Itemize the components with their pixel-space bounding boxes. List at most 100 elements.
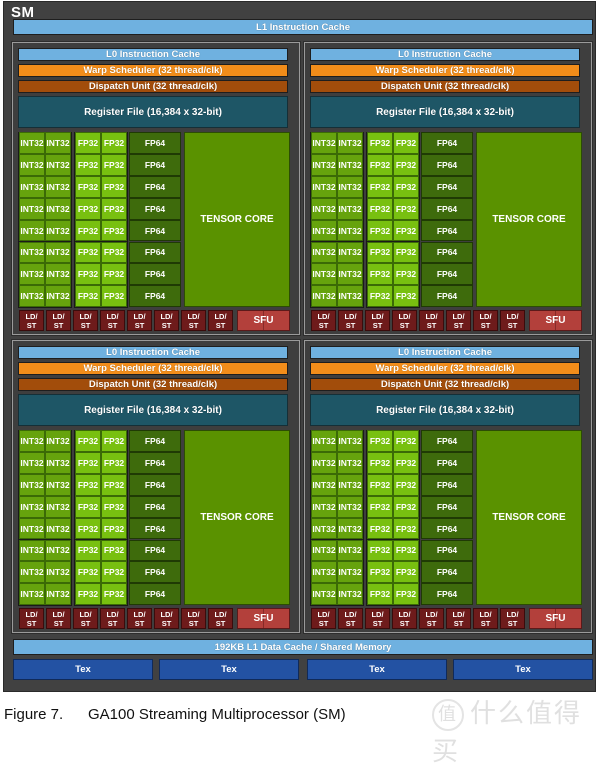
ld-st-label-bottom: ST bbox=[80, 618, 91, 628]
fp32-unit: FP32 bbox=[367, 495, 393, 518]
ld-st-label-bottom: ST bbox=[345, 320, 356, 330]
int32-unit: INT32 bbox=[311, 517, 337, 540]
fp64-unit: FP64 bbox=[421, 219, 473, 242]
ld-st-label-bottom: ST bbox=[215, 618, 226, 628]
fp32-unit: FP32 bbox=[101, 583, 127, 606]
int32-unit: INT32 bbox=[45, 517, 71, 540]
int32-unit: INT32 bbox=[311, 495, 337, 518]
ld-st-label-bottom: ST bbox=[453, 320, 464, 330]
l0-instruction-cache: L0 Instruction Cache bbox=[18, 346, 288, 359]
warp-scheduler: Warp Scheduler (32 thread/clk) bbox=[18, 64, 288, 77]
tensor-core: TENSOR CORE bbox=[184, 132, 290, 308]
int32-unit: INT32 bbox=[19, 473, 45, 496]
fp32-unit: FP32 bbox=[75, 219, 101, 242]
int32-unit: INT32 bbox=[19, 430, 45, 452]
fp64-unit: FP64 bbox=[421, 517, 473, 540]
figure-number: Figure 7. bbox=[4, 706, 64, 723]
int32-unit: INT32 bbox=[311, 241, 337, 264]
fp32-unit: FP32 bbox=[393, 263, 419, 286]
int32-unit: INT32 bbox=[337, 241, 363, 264]
int32-unit: INT32 bbox=[45, 561, 71, 584]
fp32-unit: FP32 bbox=[75, 153, 101, 176]
ld-st-unit: LD/ST bbox=[19, 310, 44, 332]
register-file: Register File (16,384 x 32-bit) bbox=[310, 96, 580, 128]
sfu-unit: SFU bbox=[529, 608, 582, 630]
fp32-unit: FP32 bbox=[101, 561, 127, 584]
ld-st-label-top: LD/ bbox=[106, 311, 119, 321]
processing-block: L0 Instruction Cache Warp Scheduler (32 t… bbox=[11, 339, 301, 634]
ld-st-unit: LD/ST bbox=[181, 608, 206, 630]
int32-unit: INT32 bbox=[311, 285, 337, 308]
fp32-unit: FP32 bbox=[75, 285, 101, 308]
int32-unit: INT32 bbox=[19, 285, 45, 308]
ld-st-label-bottom: ST bbox=[215, 320, 226, 330]
int32-unit: INT32 bbox=[337, 451, 363, 474]
ld-st-unit: LD/ST bbox=[208, 310, 233, 332]
processing-block: L0 Instruction Cache Warp Scheduler (32 t… bbox=[11, 41, 301, 336]
tex-unit: Tex bbox=[453, 659, 593, 680]
fp64-unit: FP64 bbox=[421, 241, 473, 264]
ld-st-label-top: LD/ bbox=[160, 609, 173, 619]
ld-st-label-top: LD/ bbox=[214, 311, 227, 321]
register-file: Register File (16,384 x 32-bit) bbox=[18, 394, 288, 426]
ld-st-label-bottom: ST bbox=[26, 320, 37, 330]
ld-st-label-bottom: ST bbox=[53, 320, 64, 330]
fp32-unit: FP32 bbox=[75, 430, 101, 452]
ld-st-unit: LD/ST bbox=[311, 608, 336, 630]
fp32-unit: FP32 bbox=[75, 132, 101, 154]
ld-st-label-bottom: ST bbox=[188, 618, 199, 628]
fp32-unit: FP32 bbox=[101, 153, 127, 176]
processing-block: L0 Instruction Cache Warp Scheduler (32 t… bbox=[303, 339, 593, 634]
fp32-unit: FP32 bbox=[393, 197, 419, 220]
fp32-unit: FP32 bbox=[393, 517, 419, 540]
dispatch-unit: Dispatch Unit (32 thread/clk) bbox=[18, 80, 288, 93]
int32-unit: INT32 bbox=[45, 285, 71, 308]
int32-unit: INT32 bbox=[337, 561, 363, 584]
int32-unit: INT32 bbox=[19, 153, 45, 176]
int32-unit: INT32 bbox=[45, 197, 71, 220]
fp64-unit: FP64 bbox=[129, 430, 181, 452]
ld-st-label-bottom: ST bbox=[318, 618, 329, 628]
ld-st-label-bottom: ST bbox=[480, 618, 491, 628]
ld-st-label-bottom: ST bbox=[372, 618, 383, 628]
ld-st-unit: LD/ST bbox=[419, 310, 444, 332]
fp32-unit: FP32 bbox=[367, 473, 393, 496]
int32-unit: INT32 bbox=[19, 197, 45, 220]
ld-st-unit: LD/ST bbox=[311, 310, 336, 332]
fp32-unit: FP32 bbox=[393, 539, 419, 562]
register-file: Register File (16,384 x 32-bit) bbox=[310, 394, 580, 426]
ld-st-label-top: LD/ bbox=[160, 311, 173, 321]
ld-st-label-bottom: ST bbox=[134, 320, 145, 330]
int32-unit: INT32 bbox=[311, 197, 337, 220]
warp-scheduler: Warp Scheduler (32 thread/clk) bbox=[310, 362, 580, 375]
ld-st-label-bottom: ST bbox=[107, 618, 118, 628]
ld-st-label-top: LD/ bbox=[344, 609, 357, 619]
fp64-unit: FP64 bbox=[129, 132, 181, 154]
fp32-unit: FP32 bbox=[101, 241, 127, 264]
fp32-unit: FP32 bbox=[393, 219, 419, 242]
fp32-unit: FP32 bbox=[75, 517, 101, 540]
int32-unit: INT32 bbox=[311, 583, 337, 606]
fp32-unit: FP32 bbox=[101, 132, 127, 154]
ld-st-label-bottom: ST bbox=[399, 618, 410, 628]
int32-unit: INT32 bbox=[311, 263, 337, 286]
fp32-unit: FP32 bbox=[101, 451, 127, 474]
fp64-unit: FP64 bbox=[421, 197, 473, 220]
fp32-unit: FP32 bbox=[367, 430, 393, 452]
ld-st-label-bottom: ST bbox=[318, 320, 329, 330]
ld-st-unit: LD/ST bbox=[100, 608, 125, 630]
watermark-badge-icon: 值 bbox=[432, 698, 464, 731]
int32-unit: INT32 bbox=[337, 583, 363, 606]
fp32-unit: FP32 bbox=[101, 285, 127, 308]
ld-st-unit: LD/ST bbox=[127, 310, 152, 332]
int32-unit: INT32 bbox=[311, 219, 337, 242]
fp32-unit: FP32 bbox=[367, 583, 393, 606]
int32-unit: INT32 bbox=[337, 219, 363, 242]
fp64-unit: FP64 bbox=[421, 561, 473, 584]
fp64-unit: FP64 bbox=[421, 175, 473, 198]
ld-st-label-top: LD/ bbox=[398, 311, 411, 321]
fp32-unit: FP32 bbox=[367, 517, 393, 540]
sm-frame: SM L1 Instruction Cache L0 Instruction C… bbox=[3, 1, 596, 692]
dispatch-unit: Dispatch Unit (32 thread/clk) bbox=[310, 378, 580, 391]
ld-st-label-top: LD/ bbox=[425, 609, 438, 619]
